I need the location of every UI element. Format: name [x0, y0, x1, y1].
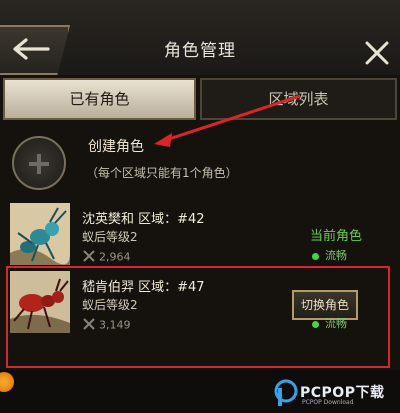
role-avatar	[10, 203, 70, 265]
role-level: 蚁后等级2	[82, 230, 138, 244]
role-avatar	[10, 271, 70, 333]
header-bar: 角色管理	[0, 0, 400, 75]
crossed-swords-icon	[82, 249, 96, 266]
server-status-label: 流畅	[325, 317, 347, 330]
role-name: 嵇肯伯羿 区域：#47	[82, 280, 205, 295]
tab-bar: 已有角色 区域列表	[0, 78, 400, 122]
create-role-button[interactable]	[12, 136, 66, 190]
crossed-swords-icon	[82, 317, 96, 334]
page-title: 角色管理	[164, 41, 236, 61]
create-role-row: 创建角色 （每个区域只能有1个角色）	[0, 128, 400, 198]
role-power-value: 3,149	[99, 318, 131, 332]
role-level: 蚁后等级2	[82, 298, 138, 312]
server-status: 流畅	[312, 247, 347, 263]
close-icon	[365, 41, 389, 65]
create-role-label: 创建角色	[88, 139, 144, 155]
ant-portrait-icon	[10, 271, 70, 333]
ant-portrait-icon	[10, 203, 70, 265]
tab-owned-roles[interactable]: 已有角色	[3, 78, 196, 120]
watermark-subtext: PCPOP Download	[302, 399, 354, 406]
role-name: 沈英樊和 区域：#42	[82, 212, 205, 227]
status-dot-icon	[312, 252, 319, 260]
watermark-logo-icon	[274, 379, 298, 406]
current-role-badge: 当前角色	[310, 229, 363, 244]
watermark: PCPOP下载 PCPOP Download	[274, 378, 400, 408]
role-power: 2,964	[82, 249, 131, 266]
close-button[interactable]	[362, 38, 392, 68]
role-power-value: 2,964	[99, 250, 131, 264]
role-power: 3,149	[82, 317, 131, 334]
server-status: 流畅	[312, 315, 347, 331]
role-row-other[interactable]: 嵇肯伯羿 区域：#47 蚁后等级2 3,149 切换角色 流畅	[0, 268, 400, 338]
server-status-label: 流畅	[325, 249, 347, 262]
role-row-current[interactable]: 沈英樊和 区域：#42 蚁后等级2 2,964 当前角色 流畅	[0, 200, 400, 270]
tab-region-list[interactable]: 区域列表	[200, 78, 397, 120]
status-dot-icon	[312, 320, 319, 328]
create-role-note: （每个区域只能有1个角色）	[86, 166, 238, 180]
